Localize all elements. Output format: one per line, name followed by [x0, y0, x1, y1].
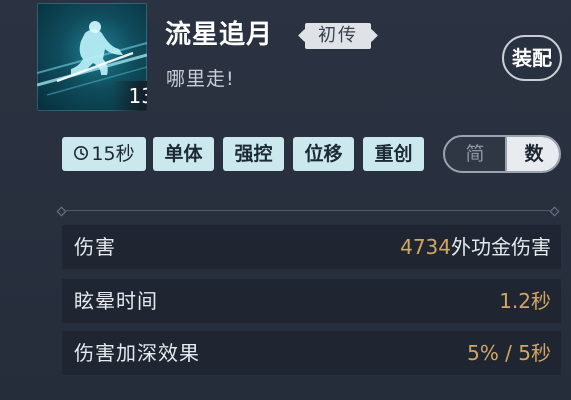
- skill-tag-single-target: 单体: [153, 137, 214, 171]
- stat-row-stun-duration: 眩晕时间 1.2秒: [62, 279, 561, 323]
- cooldown-value: 15秒: [91, 143, 135, 165]
- divider-diamond-left-icon: [56, 206, 67, 217]
- skill-icon[interactable]: 13级: [37, 3, 147, 111]
- skill-tag-displacement: 位移: [293, 137, 354, 171]
- skill-tag-heavy-wound: 重创: [363, 137, 424, 171]
- skill-quote: 哪里走!: [166, 68, 235, 90]
- stat-value: 1.2秒: [499, 289, 551, 313]
- stat-value-suffix: 外功金伤害: [451, 235, 551, 259]
- stat-value: 5% / 5秒: [467, 341, 551, 365]
- view-mode-toggle[interactable]: 简 数: [443, 135, 561, 173]
- skill-grade-text: 初传: [318, 25, 358, 46]
- clock-icon: [74, 146, 89, 160]
- stat-value: 4734外功金伤害: [400, 225, 551, 269]
- skill-detail-panel: 13级 流星追月 初传 哪里走! 装配 15秒 单体 强控 位移 重创 简 数 …: [0, 0, 571, 400]
- stat-row-damage-amplify: 伤害加深效果 5% / 5秒: [62, 331, 561, 375]
- stat-label: 伤害加深效果: [74, 341, 200, 365]
- section-divider: [56, 206, 560, 217]
- stat-label: 伤害: [74, 235, 116, 259]
- skill-name: 流星追月: [165, 20, 274, 50]
- toggle-simple-option[interactable]: 简: [445, 137, 507, 171]
- divider-diamond-right-icon: [549, 206, 560, 217]
- divider-line: [66, 210, 550, 211]
- skill-grade-badge: 初传: [297, 23, 379, 49]
- toggle-numeric-option[interactable]: 数: [507, 137, 559, 171]
- equip-button[interactable]: 装配: [502, 35, 562, 81]
- cooldown-tag: 15秒: [62, 137, 146, 171]
- skill-tag-hard-control: 强控: [223, 137, 284, 171]
- stat-row-damage: 伤害 4734外功金伤害: [62, 225, 561, 269]
- stat-value-number: 4734: [400, 235, 451, 259]
- skill-level-badge: 13级: [113, 81, 147, 111]
- stat-label: 眩晕时间: [74, 289, 158, 313]
